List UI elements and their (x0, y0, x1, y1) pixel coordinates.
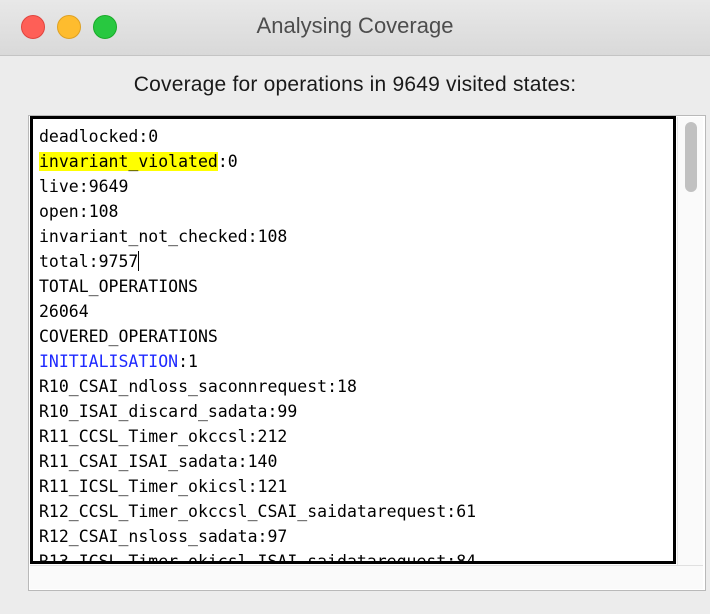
coverage-line-open: open:108 (39, 202, 119, 221)
coverage-text-area[interactable]: deadlocked:0 invariant_violated:0 live:9… (30, 116, 676, 564)
coverage-line-live: live:9649 (39, 177, 129, 196)
coverage-line-initialisation: INITIALISATION:1 (39, 352, 198, 371)
coverage-line-invariant-not-checked: invariant_not_checked:108 (39, 227, 288, 246)
highlighted-keyword: invariant_violated (39, 152, 218, 171)
coverage-line-deadlocked: deadlocked:0 (39, 127, 159, 146)
coverage-line-operation: R13_ICSL_Timer_okicsl_ISAI_saidatareques… (39, 552, 477, 564)
coverage-window: Analysing Coverage Coverage for operatio… (0, 0, 710, 614)
vertical-scrollbar-thumb[interactable] (685, 122, 697, 192)
coverage-line-operation: R12_CSAI_nsloss_sadata:97 (39, 527, 288, 546)
coverage-line-operation: R11_CCSL_Timer_okccsl:212 (39, 427, 288, 446)
horizontal-scrollbar[interactable] (30, 565, 703, 589)
coverage-line-covered-operations-label: COVERED_OPERATIONS (39, 327, 218, 346)
title-bar: Analysing Coverage (0, 0, 710, 56)
coverage-line-operation: R10_ISAI_discard_sadata:99 (39, 402, 298, 421)
window-title: Analysing Coverage (256, 13, 454, 38)
coverage-line-total-operations-value: 26064 (39, 302, 89, 321)
coverage-line-operation: R11_ICSL_Timer_okicsl:121 (39, 477, 288, 496)
vertical-scrollbar[interactable] (677, 117, 703, 565)
coverage-line-invariant-violated: invariant_violated:0 (39, 152, 238, 171)
coverage-line-total-operations-label: TOTAL_OPERATIONS (39, 277, 198, 296)
coverage-line-operation: R11_CSAI_ISAI_sadata:140 (39, 452, 278, 471)
text-cursor (138, 251, 140, 271)
coverage-line-operation: R12_CCSL_Timer_okccsl_CSAI_saidatareques… (39, 502, 477, 521)
coverage-heading: Coverage for operations in 9649 visited … (133, 73, 577, 96)
coverage-line-operation: R10_CSAI_ndloss_saconnrequest:18 (39, 377, 357, 396)
initialisation-keyword: INITIALISATION (39, 352, 179, 371)
coverage-line-total: total:9757 (39, 251, 140, 271)
